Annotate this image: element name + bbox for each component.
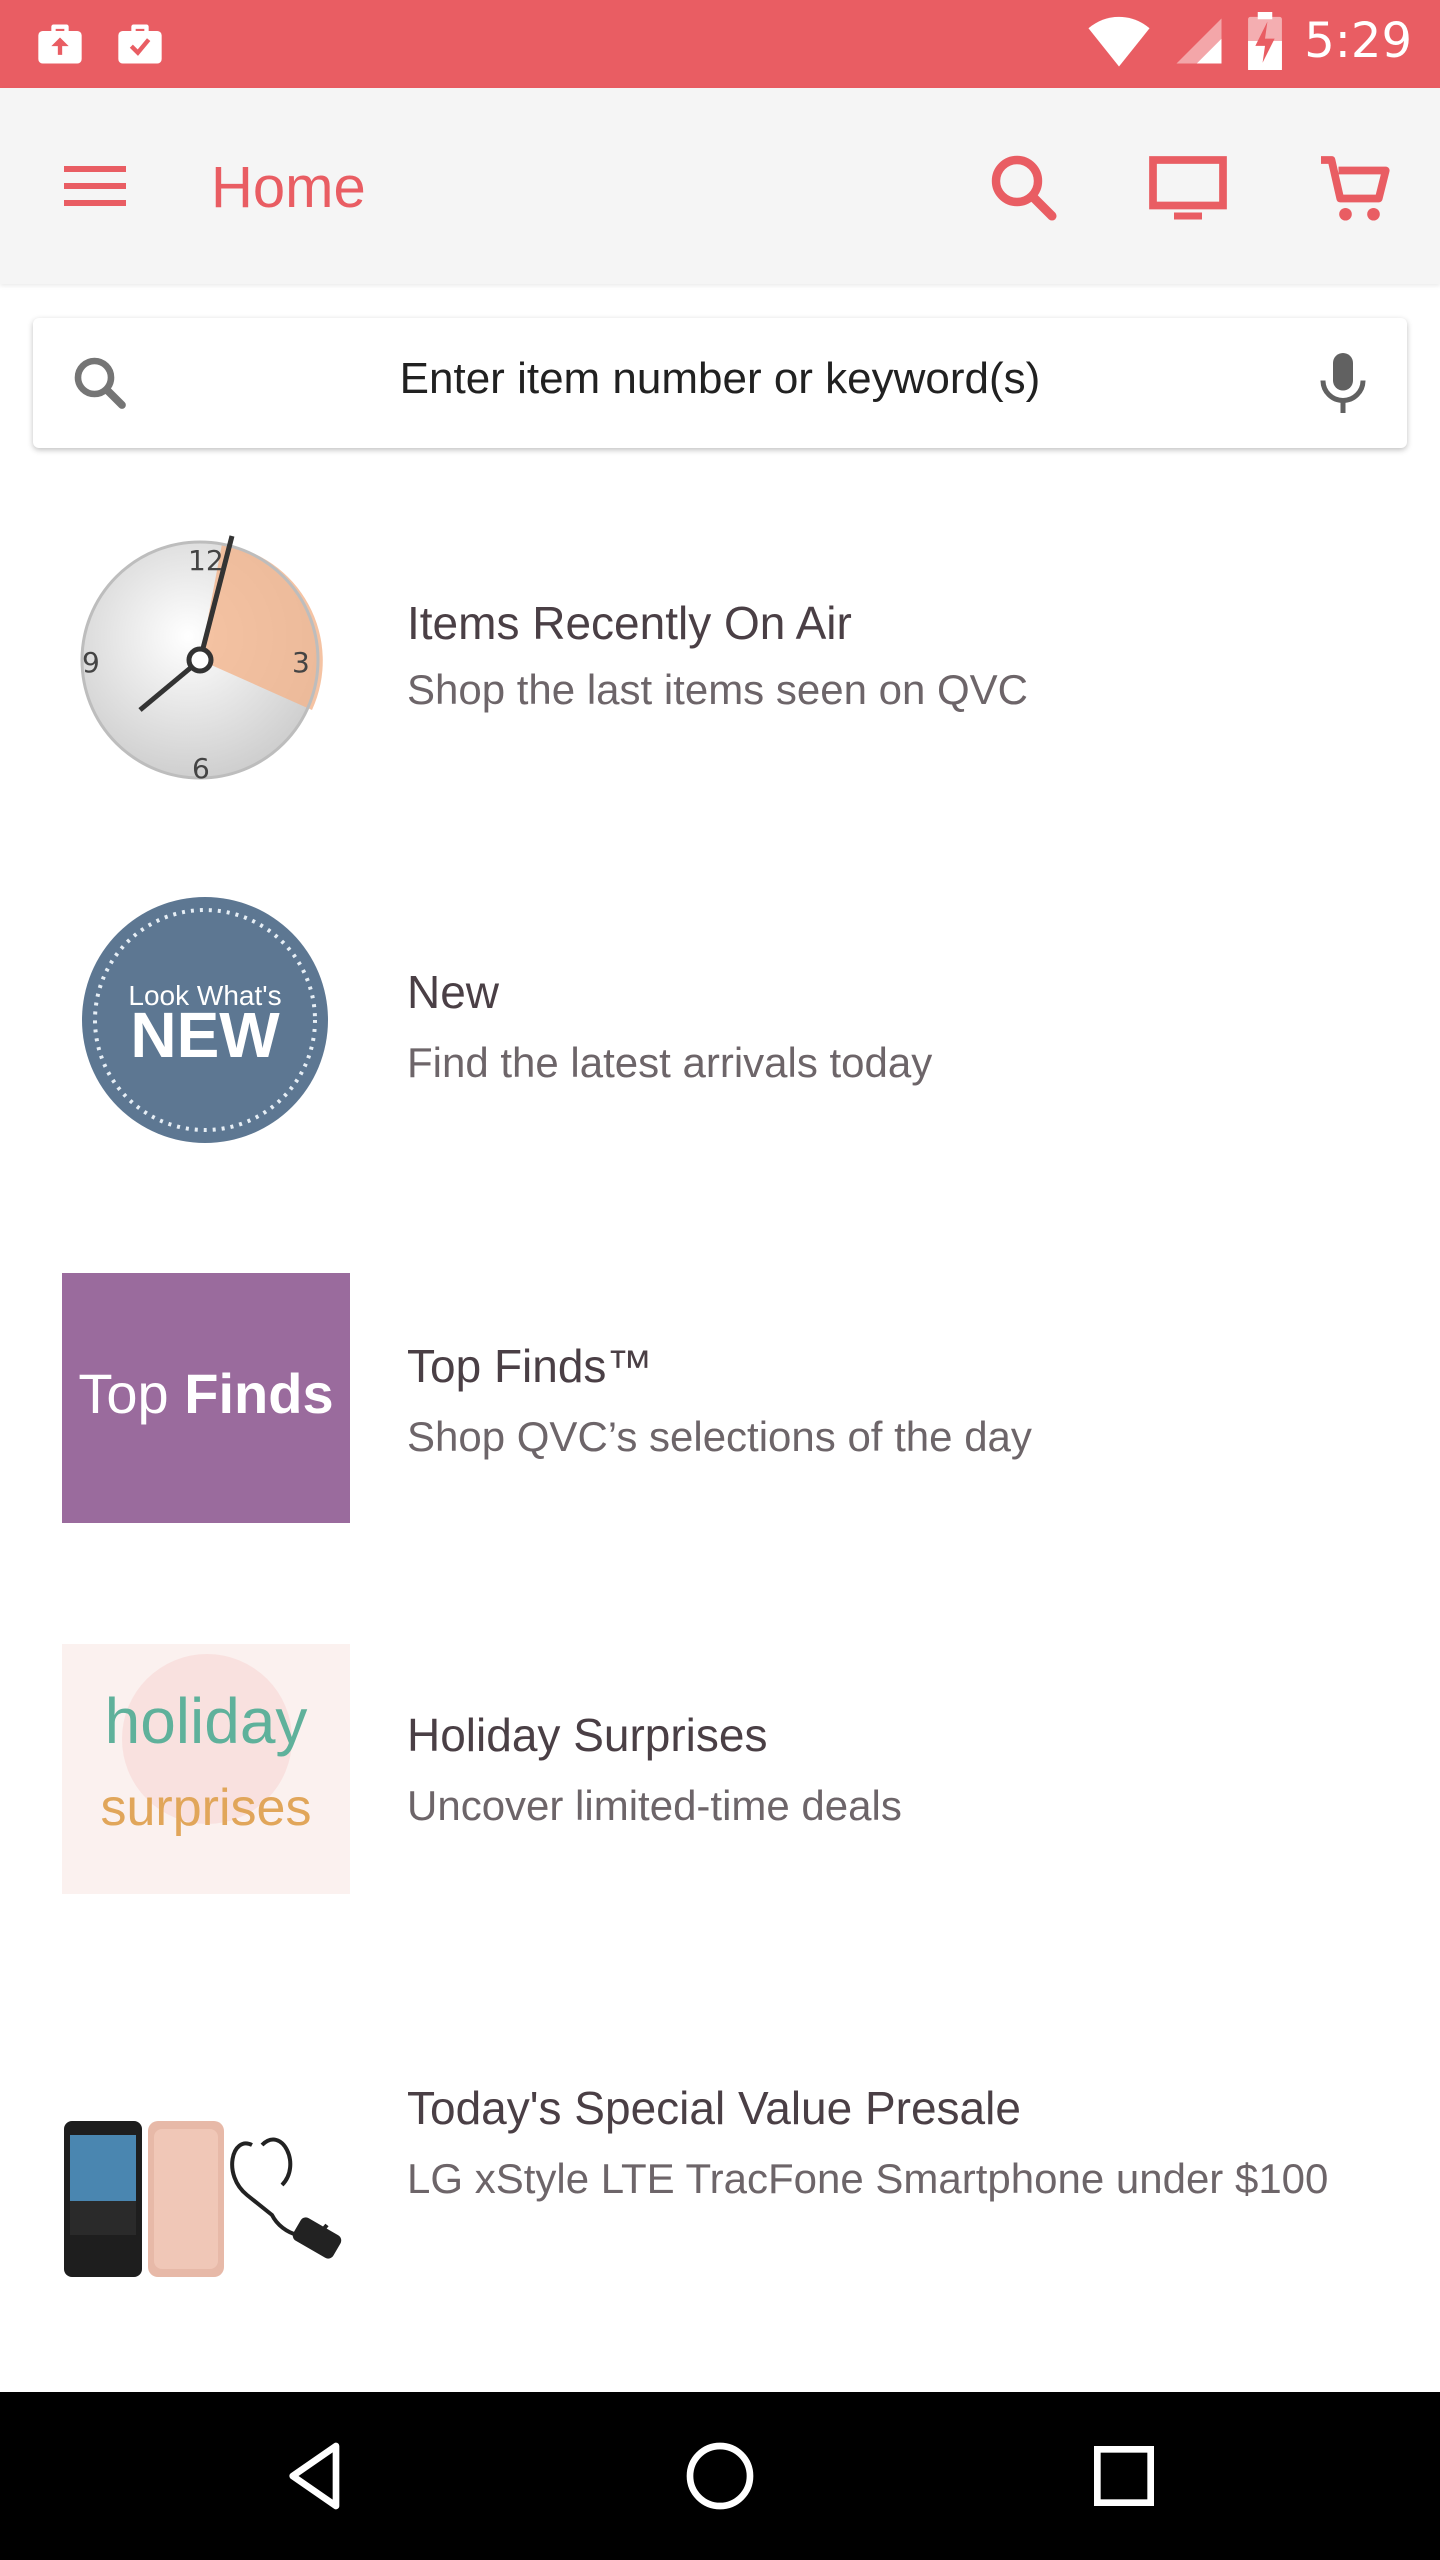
clock-twelve: 12 (188, 544, 224, 577)
list-item-top-finds[interactable]: Top Finds Top Finds™ Shop QVC’s selectio… (0, 1273, 1440, 1573)
list-item-subtitle: LG xStyle LTE TracFone Smartphone under … (407, 2155, 1329, 2202)
list-item-title: Items Recently On Air (407, 597, 852, 649)
briefcase-check-icon (118, 24, 162, 64)
back-icon[interactable] (276, 2436, 356, 2516)
clock-three: 3 (292, 646, 310, 679)
look-whats-new-badge: Look What's NEW (82, 897, 328, 1143)
page-title: Home (211, 155, 366, 220)
system-nav-bar (0, 2392, 1440, 2560)
search-bar[interactable]: Enter item number or keyword(s) (33, 318, 1407, 448)
menu-icon[interactable] (60, 156, 130, 216)
list-item-new[interactable]: Look What's NEW New Find the latest arri… (0, 895, 1440, 1195)
logo-surprises-text: surprises (100, 1779, 312, 1837)
battery-charging-icon (1248, 12, 1283, 70)
list-item-title: Top Finds™ (407, 1340, 653, 1392)
logo-holiday-text: holiday (104, 1685, 308, 1757)
search-input[interactable]: Enter item number or keyword(s) (33, 354, 1407, 404)
status-bar: 5:29 (0, 0, 1440, 88)
logo-top-text: Top (78, 1362, 169, 1425)
logo-finds-text: Finds (184, 1362, 334, 1425)
list-item-title: Holiday Surprises (407, 1709, 768, 1761)
list-item-todays-special-value[interactable]: Today's Special Value Presale LG xStyle … (0, 2015, 1440, 2315)
home-icon[interactable] (680, 2436, 760, 2516)
smartphone-bundle-image (64, 2121, 342, 2277)
list-item-title: Today's Special Value Presale (407, 2082, 1021, 2134)
badge-main-text: NEW (130, 999, 280, 1071)
holiday-surprises-image: holiday surprises (62, 1644, 350, 1894)
tv-icon[interactable] (1146, 146, 1230, 230)
wifi-icon (1088, 16, 1150, 67)
recents-icon[interactable] (1084, 2436, 1164, 2516)
list-item-subtitle: Uncover limited-time deals (407, 1782, 902, 1829)
app-bar: Home (0, 88, 1440, 284)
cell-signal-icon (1176, 18, 1222, 64)
list-item-title: New (407, 966, 500, 1018)
clock-image: 12 3 6 9 (80, 535, 323, 785)
list-item-holiday-surprises[interactable]: holiday surprises Holiday Surprises Unco… (0, 1644, 1440, 1944)
list-item-subtitle: Find the latest arrivals today (407, 1039, 933, 1086)
list-item-subtitle: Shop QVC’s selections of the day (407, 1413, 1032, 1460)
search-icon[interactable] (982, 146, 1066, 230)
cart-icon[interactable] (1314, 146, 1398, 230)
microphone-icon[interactable] (1313, 348, 1373, 418)
top-finds-logo: Top Finds (62, 1273, 350, 1523)
briefcase-upload-icon (38, 24, 82, 64)
clock-nine: 9 (82, 646, 100, 679)
status-time: 5:29 (1304, 13, 1412, 69)
clock-six: 6 (192, 752, 210, 785)
list-item-recently-on-air[interactable]: 12 3 6 9 Items Recently On Air Shop the … (0, 520, 1440, 820)
list-item-subtitle: Shop the last items seen on QVC (407, 666, 1028, 713)
